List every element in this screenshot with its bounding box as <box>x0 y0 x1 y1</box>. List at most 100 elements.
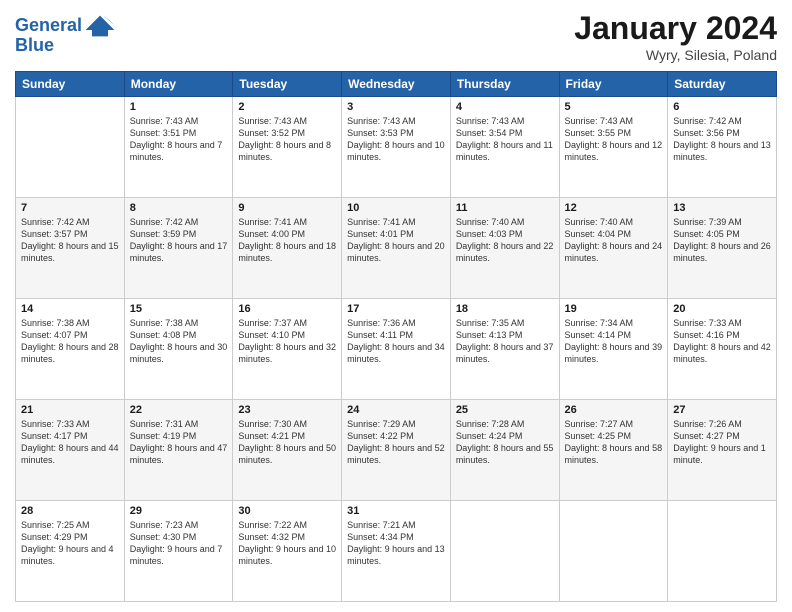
cell-1-1: 8 Sunrise: 7:42 AM Sunset: 3:59 PM Dayli… <box>124 198 233 299</box>
sunrise-text: Sunrise: 7:33 AM <box>21 418 119 430</box>
daylight-text: Daylight: 8 hours and 42 minutes. <box>673 341 771 365</box>
day-number: 16 <box>238 303 336 315</box>
day-number: 10 <box>347 202 445 214</box>
sunrise-text: Sunrise: 7:43 AM <box>347 115 445 127</box>
day-info: Sunrise: 7:22 AM Sunset: 4:32 PM Dayligh… <box>238 519 336 568</box>
day-info: Sunrise: 7:40 AM Sunset: 4:04 PM Dayligh… <box>565 216 663 265</box>
sunrise-text: Sunrise: 7:42 AM <box>673 115 771 127</box>
day-number: 4 <box>456 101 554 113</box>
cell-2-2: 16 Sunrise: 7:37 AM Sunset: 4:10 PM Dayl… <box>233 299 342 400</box>
daylight-text: Daylight: 8 hours and 20 minutes. <box>347 240 445 264</box>
sunset-text: Sunset: 4:03 PM <box>456 228 554 240</box>
day-number: 5 <box>565 101 663 113</box>
daylight-text: Daylight: 8 hours and 39 minutes. <box>565 341 663 365</box>
cell-1-3: 10 Sunrise: 7:41 AM Sunset: 4:01 PM Dayl… <box>342 198 451 299</box>
header-friday: Friday <box>559 72 668 97</box>
day-number: 29 <box>130 505 228 517</box>
cell-3-6: 27 Sunrise: 7:26 AM Sunset: 4:27 PM Dayl… <box>668 400 777 501</box>
day-number: 23 <box>238 404 336 416</box>
cell-4-5 <box>559 501 668 602</box>
sunset-text: Sunset: 4:04 PM <box>565 228 663 240</box>
daylight-text: Daylight: 8 hours and 22 minutes. <box>456 240 554 264</box>
cell-3-5: 26 Sunrise: 7:27 AM Sunset: 4:25 PM Dayl… <box>559 400 668 501</box>
cell-2-1: 15 Sunrise: 7:38 AM Sunset: 4:08 PM Dayl… <box>124 299 233 400</box>
week-row-4: 28 Sunrise: 7:25 AM Sunset: 4:29 PM Dayl… <box>16 501 777 602</box>
day-number: 31 <box>347 505 445 517</box>
daylight-text: Daylight: 9 hours and 10 minutes. <box>238 543 336 567</box>
week-row-0: 1 Sunrise: 7:43 AM Sunset: 3:51 PM Dayli… <box>16 97 777 198</box>
sunrise-text: Sunrise: 7:34 AM <box>565 317 663 329</box>
sunset-text: Sunset: 3:52 PM <box>238 127 336 139</box>
cell-0-2: 2 Sunrise: 7:43 AM Sunset: 3:52 PM Dayli… <box>233 97 342 198</box>
daylight-text: Daylight: 8 hours and 7 minutes. <box>130 139 228 163</box>
sunset-text: Sunset: 3:54 PM <box>456 127 554 139</box>
sunrise-text: Sunrise: 7:31 AM <box>130 418 228 430</box>
cell-4-3: 31 Sunrise: 7:21 AM Sunset: 4:34 PM Dayl… <box>342 501 451 602</box>
cell-2-5: 19 Sunrise: 7:34 AM Sunset: 4:14 PM Dayl… <box>559 299 668 400</box>
day-number: 24 <box>347 404 445 416</box>
day-number: 15 <box>130 303 228 315</box>
sunset-text: Sunset: 4:00 PM <box>238 228 336 240</box>
sunset-text: Sunset: 4:08 PM <box>130 329 228 341</box>
sunrise-text: Sunrise: 7:43 AM <box>456 115 554 127</box>
header-wednesday: Wednesday <box>342 72 451 97</box>
sunset-text: Sunset: 3:53 PM <box>347 127 445 139</box>
sunset-text: Sunset: 4:22 PM <box>347 430 445 442</box>
cell-0-1: 1 Sunrise: 7:43 AM Sunset: 3:51 PM Dayli… <box>124 97 233 198</box>
day-info: Sunrise: 7:43 AM Sunset: 3:55 PM Dayligh… <box>565 115 663 164</box>
sunset-text: Sunset: 4:32 PM <box>238 531 336 543</box>
day-info: Sunrise: 7:38 AM Sunset: 4:07 PM Dayligh… <box>21 317 119 366</box>
cell-4-0: 28 Sunrise: 7:25 AM Sunset: 4:29 PM Dayl… <box>16 501 125 602</box>
header-thursday: Thursday <box>450 72 559 97</box>
day-info: Sunrise: 7:42 AM Sunset: 3:59 PM Dayligh… <box>130 216 228 265</box>
cell-0-5: 5 Sunrise: 7:43 AM Sunset: 3:55 PM Dayli… <box>559 97 668 198</box>
day-number: 2 <box>238 101 336 113</box>
daylight-text: Daylight: 8 hours and 50 minutes. <box>238 442 336 466</box>
day-number: 6 <box>673 101 771 113</box>
sunset-text: Sunset: 4:13 PM <box>456 329 554 341</box>
logo-text2: Blue <box>15 36 54 56</box>
sunset-text: Sunset: 3:56 PM <box>673 127 771 139</box>
cell-1-4: 11 Sunrise: 7:40 AM Sunset: 4:03 PM Dayl… <box>450 198 559 299</box>
daylight-text: Daylight: 8 hours and 10 minutes. <box>347 139 445 163</box>
day-info: Sunrise: 7:28 AM Sunset: 4:24 PM Dayligh… <box>456 418 554 467</box>
logo-icon <box>84 10 116 42</box>
header-sunday: Sunday <box>16 72 125 97</box>
logo-text: General <box>15 16 82 36</box>
sunrise-text: Sunrise: 7:27 AM <box>565 418 663 430</box>
cell-0-4: 4 Sunrise: 7:43 AM Sunset: 3:54 PM Dayli… <box>450 97 559 198</box>
day-info: Sunrise: 7:36 AM Sunset: 4:11 PM Dayligh… <box>347 317 445 366</box>
day-number: 20 <box>673 303 771 315</box>
day-info: Sunrise: 7:43 AM Sunset: 3:52 PM Dayligh… <box>238 115 336 164</box>
sunset-text: Sunset: 3:57 PM <box>21 228 119 240</box>
daylight-text: Daylight: 8 hours and 8 minutes. <box>238 139 336 163</box>
day-info: Sunrise: 7:40 AM Sunset: 4:03 PM Dayligh… <box>456 216 554 265</box>
sunrise-text: Sunrise: 7:43 AM <box>130 115 228 127</box>
cell-3-0: 21 Sunrise: 7:33 AM Sunset: 4:17 PM Dayl… <box>16 400 125 501</box>
day-info: Sunrise: 7:34 AM Sunset: 4:14 PM Dayligh… <box>565 317 663 366</box>
day-info: Sunrise: 7:35 AM Sunset: 4:13 PM Dayligh… <box>456 317 554 366</box>
day-number: 19 <box>565 303 663 315</box>
sunset-text: Sunset: 4:10 PM <box>238 329 336 341</box>
daylight-text: Daylight: 8 hours and 55 minutes. <box>456 442 554 466</box>
cell-2-0: 14 Sunrise: 7:38 AM Sunset: 4:07 PM Dayl… <box>16 299 125 400</box>
day-number: 22 <box>130 404 228 416</box>
cell-1-6: 13 Sunrise: 7:39 AM Sunset: 4:05 PM Dayl… <box>668 198 777 299</box>
daylight-text: Daylight: 8 hours and 28 minutes. <box>21 341 119 365</box>
daylight-text: Daylight: 8 hours and 18 minutes. <box>238 240 336 264</box>
day-info: Sunrise: 7:25 AM Sunset: 4:29 PM Dayligh… <box>21 519 119 568</box>
sunrise-text: Sunrise: 7:43 AM <box>565 115 663 127</box>
sunset-text: Sunset: 4:21 PM <box>238 430 336 442</box>
cell-4-4 <box>450 501 559 602</box>
daylight-text: Daylight: 8 hours and 32 minutes. <box>238 341 336 365</box>
day-info: Sunrise: 7:39 AM Sunset: 4:05 PM Dayligh… <box>673 216 771 265</box>
sunrise-text: Sunrise: 7:21 AM <box>347 519 445 531</box>
week-row-2: 14 Sunrise: 7:38 AM Sunset: 4:07 PM Dayl… <box>16 299 777 400</box>
cell-1-5: 12 Sunrise: 7:40 AM Sunset: 4:04 PM Dayl… <box>559 198 668 299</box>
daylight-text: Daylight: 9 hours and 13 minutes. <box>347 543 445 567</box>
cell-4-1: 29 Sunrise: 7:23 AM Sunset: 4:30 PM Dayl… <box>124 501 233 602</box>
day-info: Sunrise: 7:43 AM Sunset: 3:54 PM Dayligh… <box>456 115 554 164</box>
daylight-text: Daylight: 8 hours and 34 minutes. <box>347 341 445 365</box>
cell-1-2: 9 Sunrise: 7:41 AM Sunset: 4:00 PM Dayli… <box>233 198 342 299</box>
sunrise-text: Sunrise: 7:22 AM <box>238 519 336 531</box>
